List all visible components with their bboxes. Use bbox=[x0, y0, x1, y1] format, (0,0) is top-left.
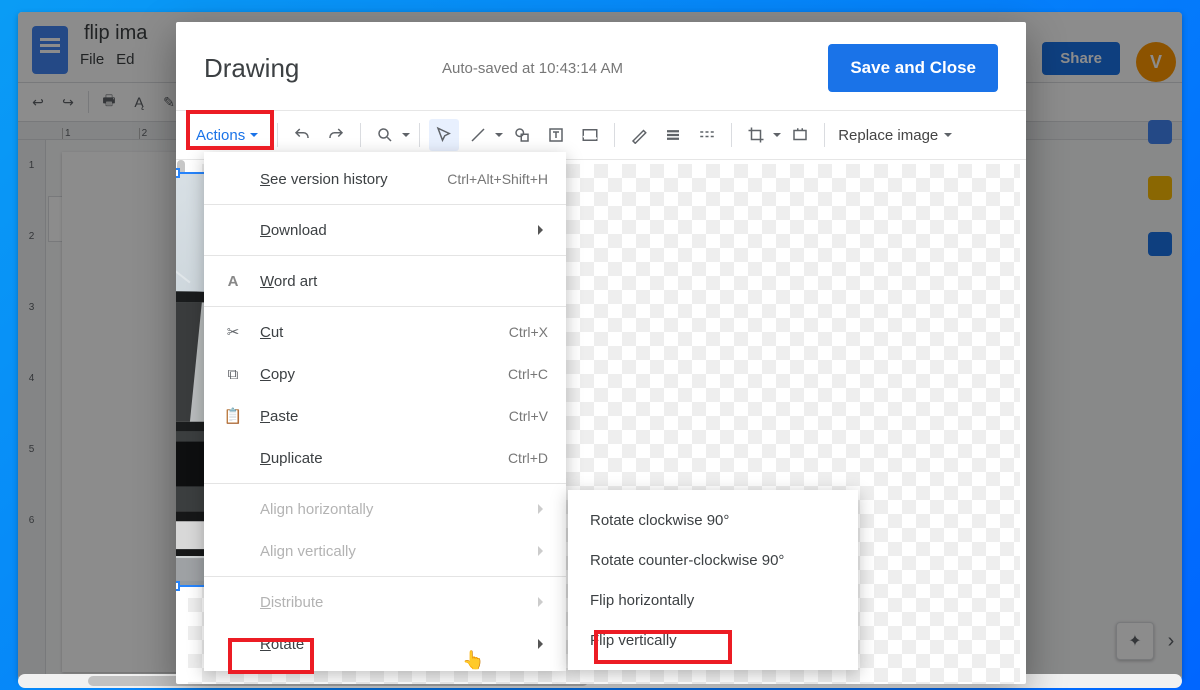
redo-icon[interactable]: ↪ bbox=[58, 92, 78, 112]
menu-separator bbox=[204, 483, 566, 484]
image-tool-icon[interactable] bbox=[575, 119, 605, 151]
ruler-tick: 1 bbox=[62, 128, 71, 139]
submenu-arrow-icon bbox=[538, 546, 548, 556]
menu-item-cut[interactable]: ✂ Cut Ctrl+X bbox=[204, 311, 566, 353]
line-tool-icon[interactable] bbox=[463, 119, 493, 151]
menu-separator bbox=[204, 255, 566, 256]
separator bbox=[88, 91, 89, 113]
border-weight-icon[interactable] bbox=[658, 119, 688, 151]
replace-image-button[interactable]: Replace image bbox=[834, 127, 942, 144]
autosave-status: Auto-saved at 10:43:14 AM bbox=[442, 60, 810, 77]
tasks-icon[interactable] bbox=[1148, 232, 1172, 256]
undo-icon[interactable]: ↩ bbox=[28, 92, 48, 112]
save-and-close-button[interactable]: Save and Close bbox=[828, 44, 998, 92]
print-icon[interactable]: 🖶 bbox=[99, 92, 119, 112]
caret-down-icon[interactable] bbox=[773, 133, 781, 141]
shortcut-label: Ctrl+V bbox=[509, 408, 548, 424]
resize-handle[interactable] bbox=[176, 581, 180, 591]
side-panel bbox=[1136, 120, 1182, 256]
menu-item-flip-horizontal[interactable]: Flip horizontally bbox=[568, 580, 858, 620]
cursor-pointer-icon: 👆 bbox=[462, 650, 484, 671]
copy-icon: ⧉ bbox=[222, 366, 244, 383]
separator bbox=[360, 123, 361, 147]
dialog-title: Drawing bbox=[204, 53, 424, 84]
menu-label: Align vertically bbox=[260, 543, 522, 560]
menu-label: Align horizontally bbox=[260, 501, 522, 518]
shortcut-label: Ctrl+C bbox=[508, 366, 548, 382]
actions-menu: SSee version historyee version history C… bbox=[204, 152, 566, 671]
separator bbox=[277, 123, 278, 147]
menu-item-align-horizontal: Align horizontally bbox=[204, 488, 566, 530]
menu-item-copy[interactable]: ⧉ Copy Ctrl+C bbox=[204, 353, 566, 395]
separator bbox=[731, 123, 732, 147]
explore-button[interactable]: ✦ bbox=[1116, 622, 1154, 660]
wordart-icon: A bbox=[222, 273, 244, 290]
caret-down-icon[interactable] bbox=[402, 133, 410, 141]
shortcut-label: Ctrl+Alt+Shift+H bbox=[447, 171, 548, 187]
highlight-flip-vertical bbox=[594, 630, 732, 664]
highlight-rotate bbox=[228, 638, 314, 674]
menu-item-paste[interactable]: 📋 Paste Ctrl+V bbox=[204, 395, 566, 437]
menu-item-duplicate[interactable]: Duplicate Ctrl+D bbox=[204, 437, 566, 479]
textbox-tool-icon[interactable] bbox=[541, 119, 571, 151]
calendar-icon[interactable] bbox=[1148, 120, 1172, 144]
caret-down-icon[interactable] bbox=[495, 133, 503, 141]
menu-item-version-history[interactable]: SSee version historyee version history C… bbox=[204, 158, 566, 200]
shortcut-label: Ctrl+X bbox=[509, 324, 548, 340]
share-button[interactable]: Share bbox=[1042, 42, 1120, 75]
submenu-arrow-icon bbox=[538, 639, 548, 649]
shortcut-label: Ctrl+D bbox=[508, 450, 548, 466]
reset-image-icon[interactable] bbox=[785, 119, 815, 151]
submenu-arrow-icon bbox=[538, 225, 548, 235]
menu-item-word-art[interactable]: A Word art bbox=[204, 260, 566, 302]
zoom-icon[interactable] bbox=[370, 119, 400, 151]
menu-item-rotate-ccw[interactable]: Rotate counter-clockwise 90° bbox=[568, 540, 858, 580]
border-color-icon[interactable] bbox=[624, 119, 654, 151]
ruler-tick: 3 bbox=[29, 302, 35, 313]
caret-down-icon[interactable] bbox=[944, 133, 952, 141]
submenu-arrow-icon bbox=[538, 504, 548, 514]
ruler-tick: 2 bbox=[139, 128, 148, 139]
menu-file[interactable]: File bbox=[80, 51, 104, 68]
dialog-header: Drawing Auto-saved at 10:43:14 AM Save a… bbox=[176, 22, 1026, 110]
ruler-tick: 4 bbox=[29, 373, 35, 384]
menu-item-rotate-cw[interactable]: Rotate clockwise 90° bbox=[568, 500, 858, 540]
menu-bar: File Ed bbox=[80, 51, 151, 68]
resize-handle[interactable] bbox=[176, 168, 180, 178]
select-tool-icon[interactable] bbox=[429, 119, 459, 151]
spellcheck-icon[interactable]: Ą bbox=[129, 92, 149, 112]
paste-icon: 📋 bbox=[222, 407, 244, 425]
keep-icon[interactable] bbox=[1148, 176, 1172, 200]
docs-logo-icon[interactable] bbox=[32, 26, 68, 74]
separator bbox=[614, 123, 615, 147]
redo-icon[interactable] bbox=[321, 119, 351, 151]
account-avatar[interactable]: V bbox=[1136, 42, 1176, 82]
crop-icon[interactable] bbox=[741, 119, 771, 151]
highlight-actions bbox=[186, 110, 274, 150]
ruler-tick: 6 bbox=[29, 515, 35, 526]
menu-separator bbox=[204, 576, 566, 577]
shape-tool-icon[interactable] bbox=[507, 119, 537, 151]
ruler-tick: 2 bbox=[29, 231, 35, 242]
menu-item-align-vertical: Align vertically bbox=[204, 530, 566, 572]
separator bbox=[419, 123, 420, 147]
border-dash-icon[interactable] bbox=[692, 119, 722, 151]
separator bbox=[824, 123, 825, 147]
menu-edit[interactable]: Ed bbox=[116, 51, 134, 68]
submenu-arrow-icon bbox=[538, 597, 548, 607]
menu-item-distribute: Distribute bbox=[204, 581, 566, 623]
menu-separator bbox=[204, 306, 566, 307]
document-title[interactable]: flip ima bbox=[80, 20, 151, 47]
ruler-tick: 5 bbox=[29, 444, 35, 455]
menu-item-download[interactable]: Download bbox=[204, 209, 566, 251]
collapse-side-panel-icon[interactable]: › bbox=[1160, 626, 1182, 656]
cut-icon: ✂ bbox=[222, 323, 244, 341]
menu-separator bbox=[204, 204, 566, 205]
ruler-tick: 1 bbox=[29, 160, 35, 171]
undo-icon[interactable] bbox=[287, 119, 317, 151]
vertical-ruler: 1 2 3 4 5 6 bbox=[18, 140, 46, 680]
